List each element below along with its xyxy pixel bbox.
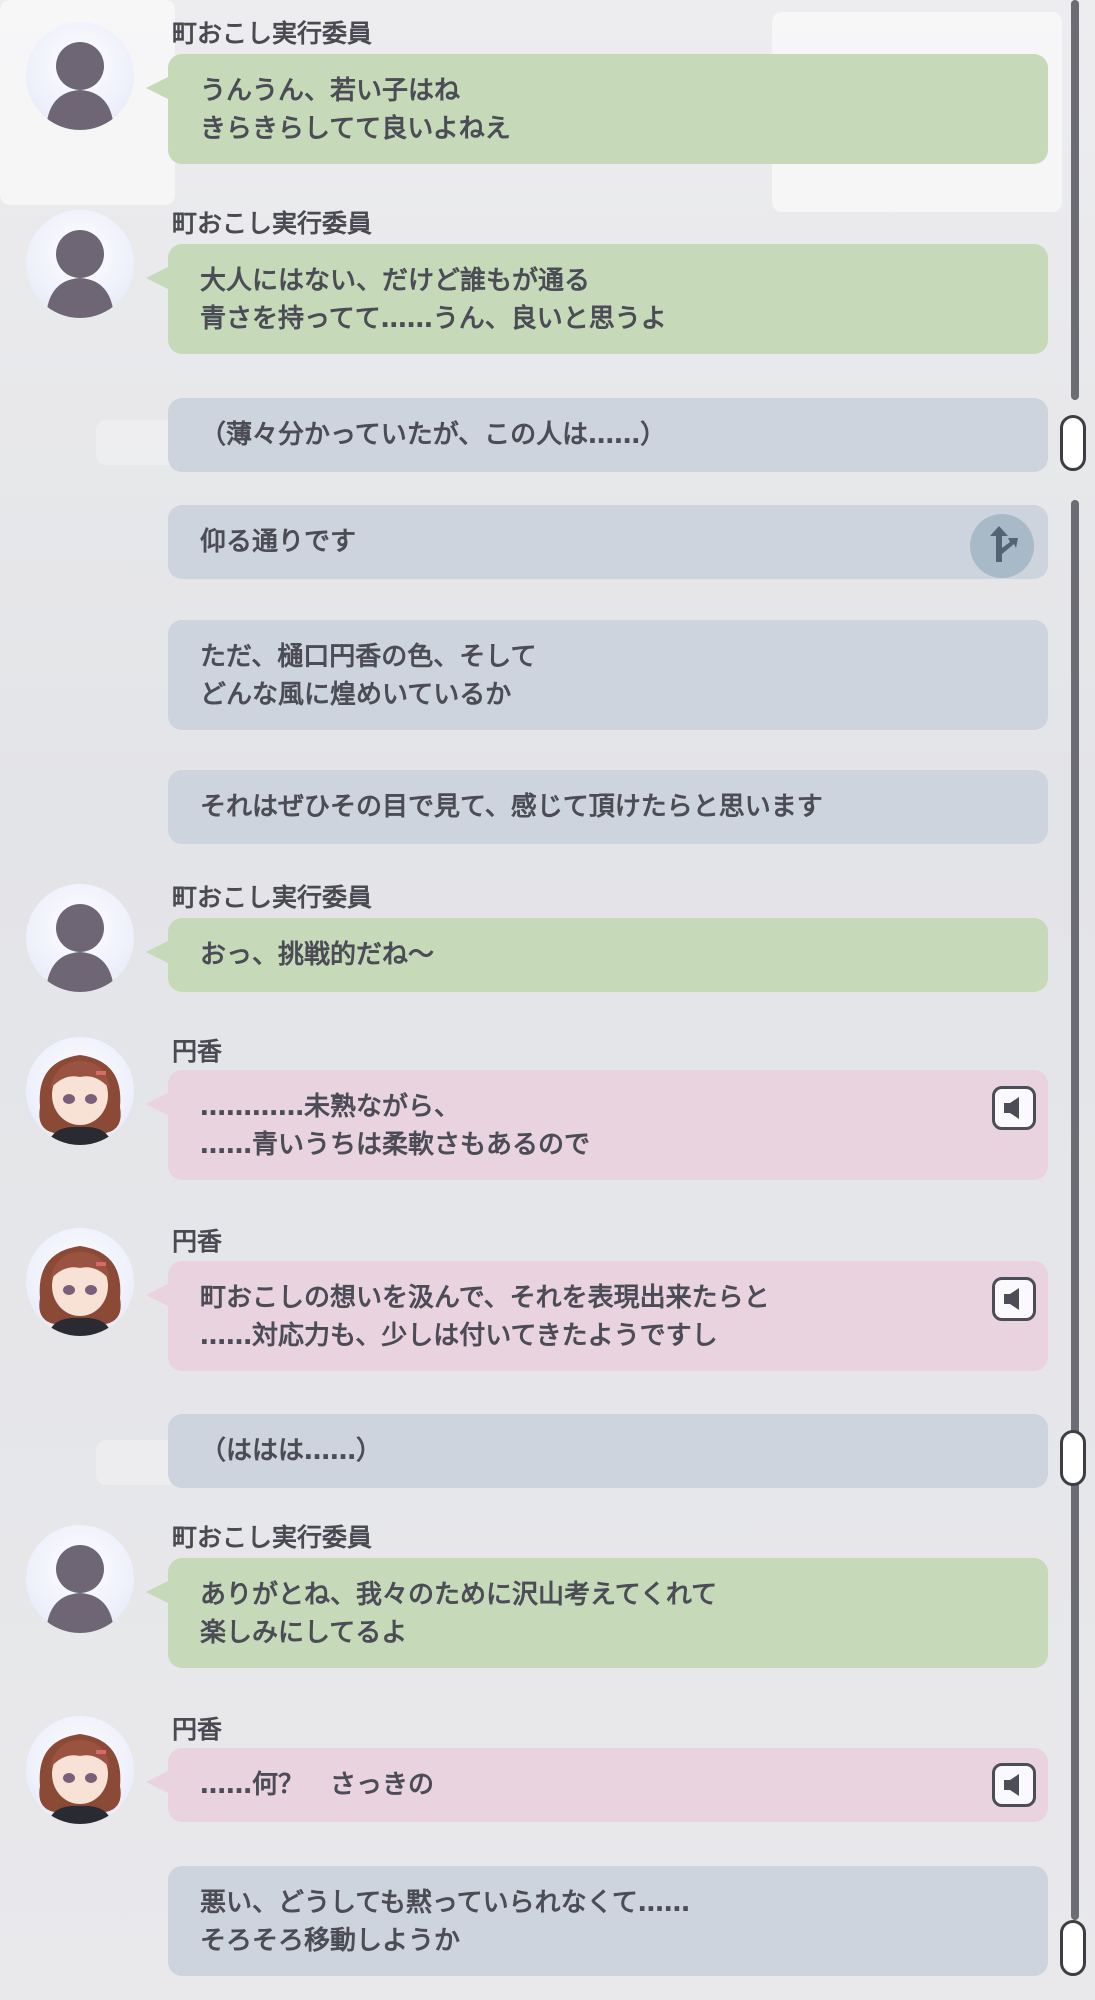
speaker-name: 円香: [172, 1227, 223, 1256]
choice-bubble[interactable]: 仰る通りです: [168, 505, 1048, 579]
silhouette-icon: [46, 230, 114, 318]
message-line: 町おこしの想いを汲んで、それを表現出来たらと: [200, 1283, 770, 1313]
speaker-name: 円香: [172, 1715, 223, 1744]
scrollbar-thumb[interactable]: [1060, 1430, 1086, 1486]
madoka-avatar: [26, 1037, 134, 1145]
bubble-tail: [146, 1580, 170, 1604]
voice-play-icon[interactable]: [992, 1086, 1036, 1130]
message-line: ただ、樋口円香の色、そして: [200, 642, 537, 672]
bubble-tail: [146, 76, 170, 100]
committee-avatar: [26, 1525, 134, 1633]
speaker-name: 町おこし実行委員: [172, 209, 373, 238]
speaker-name: 町おこし実行委員: [172, 19, 373, 48]
message-line: 悪い、どうしても黙っていられなくて……: [200, 1888, 690, 1918]
message-bubble: ……何？ さっきの: [146, 1748, 1048, 1822]
message-line: おっ、挑戦的だね〜: [200, 940, 435, 970]
branch-choice-icon[interactable]: [970, 514, 1034, 578]
committee-avatar: [26, 22, 134, 130]
message-bubble: 大人にはない、だけど誰もが通る 青さを持ってて……うん、良いと思うよ: [146, 244, 1048, 354]
bubble-tail: [146, 1092, 170, 1116]
producer-bubble: ただ、樋口円香の色、そして どんな風に煌めいているか: [168, 620, 1048, 730]
producer-bubble: （薄々分かっていたが、この人は……）: [168, 398, 1048, 472]
bubble-tail: [146, 266, 170, 290]
message-line: ……何？ さっきの: [200, 1770, 435, 1800]
message-line: ……青いうちは柔軟さもあるので: [200, 1130, 591, 1160]
message-line: ……対応力も、少しは付いてきたようですし: [200, 1321, 718, 1351]
message-line: そろそろ移動しようか: [200, 1926, 461, 1956]
madoka-avatar: [26, 1716, 134, 1824]
producer-bubble: （ははは……）: [168, 1414, 1048, 1488]
madoka-portrait-icon: [39, 1246, 121, 1336]
speaker-name: 町おこし実行委員: [172, 1523, 373, 1552]
speaker-name: 円香: [172, 1037, 223, 1066]
message-bubble: ありがとね、我々のために沢山考えてくれて 楽しみにしてるよ: [146, 1558, 1048, 1668]
message-line: 大人にはない、だけど誰もが通る: [200, 266, 591, 296]
message-line: （ははは……）: [200, 1436, 383, 1466]
scrollbar-track[interactable]: [1071, 0, 1079, 400]
silhouette-icon: [46, 904, 114, 992]
message-bubble: …………未熟ながら、 ……青いうちは柔軟さもあるので: [146, 1070, 1048, 1180]
message-line: （薄々分かっていたが、この人は……）: [200, 420, 667, 450]
message-line: それはぜひその目で見て、感じて頂けたらと思います: [200, 792, 823, 822]
message-line: ありがとね、我々のために沢山考えてくれて: [200, 1580, 718, 1610]
committee-avatar: [26, 210, 134, 318]
voice-play-icon[interactable]: [992, 1277, 1036, 1321]
producer-bubble: それはぜひその目で見て、感じて頂けたらと思います: [168, 770, 1048, 844]
scrollbar-thumb[interactable]: [1060, 1920, 1086, 1976]
voice-play-icon[interactable]: [992, 1763, 1036, 1807]
bubble-tail: [146, 940, 170, 964]
message-line: 仰る通りです: [200, 527, 357, 557]
madoka-portrait-icon: [39, 1055, 121, 1145]
committee-avatar: [26, 884, 134, 992]
bubble-tail: [146, 1770, 170, 1794]
scrollbar-thumb[interactable]: [1060, 415, 1086, 471]
message-line: …………未熟ながら、: [200, 1092, 461, 1122]
silhouette-icon: [46, 42, 114, 130]
bubble-tail: [146, 1283, 170, 1307]
message-line: どんな風に煌めいているか: [200, 680, 512, 710]
message-bubble: 町おこしの想いを汲んで、それを表現出来たらと ……対応力も、少しは付いてきたよう…: [146, 1261, 1048, 1371]
madoka-avatar: [26, 1228, 134, 1336]
speaker-name: 町おこし実行委員: [172, 883, 373, 912]
message-bubble: おっ、挑戦的だね〜: [146, 918, 1048, 992]
madoka-portrait-icon: [39, 1734, 121, 1824]
silhouette-icon: [46, 1545, 114, 1633]
scrollbar-track[interactable]: [1071, 500, 1079, 1920]
producer-bubble: 悪い、どうしても黙っていられなくて…… そろそろ移動しようか: [168, 1866, 1048, 1976]
message-line: うんうん、若い子はね: [200, 76, 461, 106]
message-line: 楽しみにしてるよ: [200, 1618, 408, 1648]
message-bubble: うんうん、若い子はね きらきらしてて良いよねえ: [146, 54, 1048, 164]
message-line: 青さを持ってて……うん、良いと思うよ: [200, 304, 667, 334]
message-line: きらきらしてて良いよねえ: [200, 114, 511, 144]
